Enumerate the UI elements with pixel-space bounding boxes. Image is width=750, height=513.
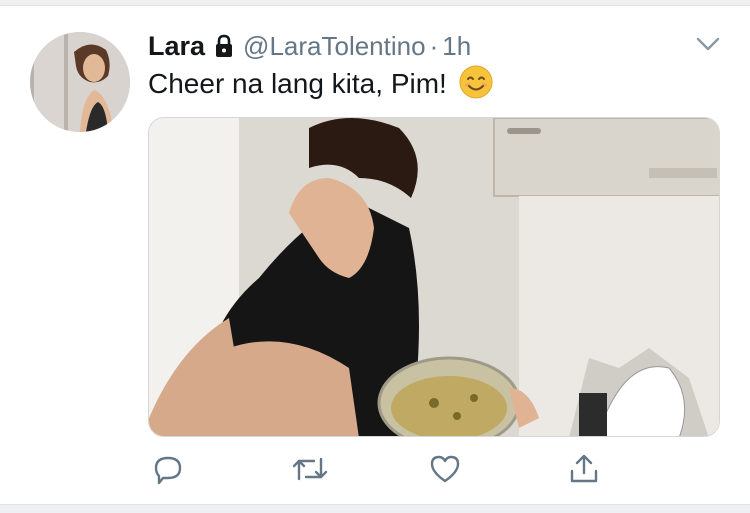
retweet-icon — [292, 453, 328, 490]
chevron-down-icon[interactable] — [694, 30, 722, 58]
share-button[interactable] — [566, 453, 602, 489]
avatar[interactable] — [30, 32, 130, 132]
kitchen-photo — [149, 118, 719, 436]
heart-icon — [429, 454, 461, 489]
tweet-media-image[interactable] — [148, 117, 720, 437]
share-icon — [568, 453, 600, 490]
retweet-button[interactable] — [292, 453, 328, 489]
avatar-photo — [30, 32, 130, 132]
reply-button[interactable] — [150, 453, 186, 489]
tweet-text: Cheer na lang kita, Pim! — [148, 68, 447, 99]
smiling-face-icon — [459, 65, 493, 99]
author-name[interactable]: Lara — [148, 31, 205, 62]
bottom-divider — [0, 504, 750, 513]
tweet-time[interactable]: 1h — [442, 31, 471, 62]
like-button[interactable] — [427, 453, 463, 489]
reply-icon — [152, 453, 184, 490]
author-handle[interactable]: @LaraTolentino — [243, 31, 426, 62]
top-divider — [0, 0, 750, 6]
tweet-header: Lara @LaraTolentino · 1h — [148, 28, 471, 64]
tweet-text-line: Cheer na lang kita, Pim! — [148, 64, 493, 104]
lock-icon — [213, 34, 235, 58]
separator-dot: · — [429, 30, 439, 61]
